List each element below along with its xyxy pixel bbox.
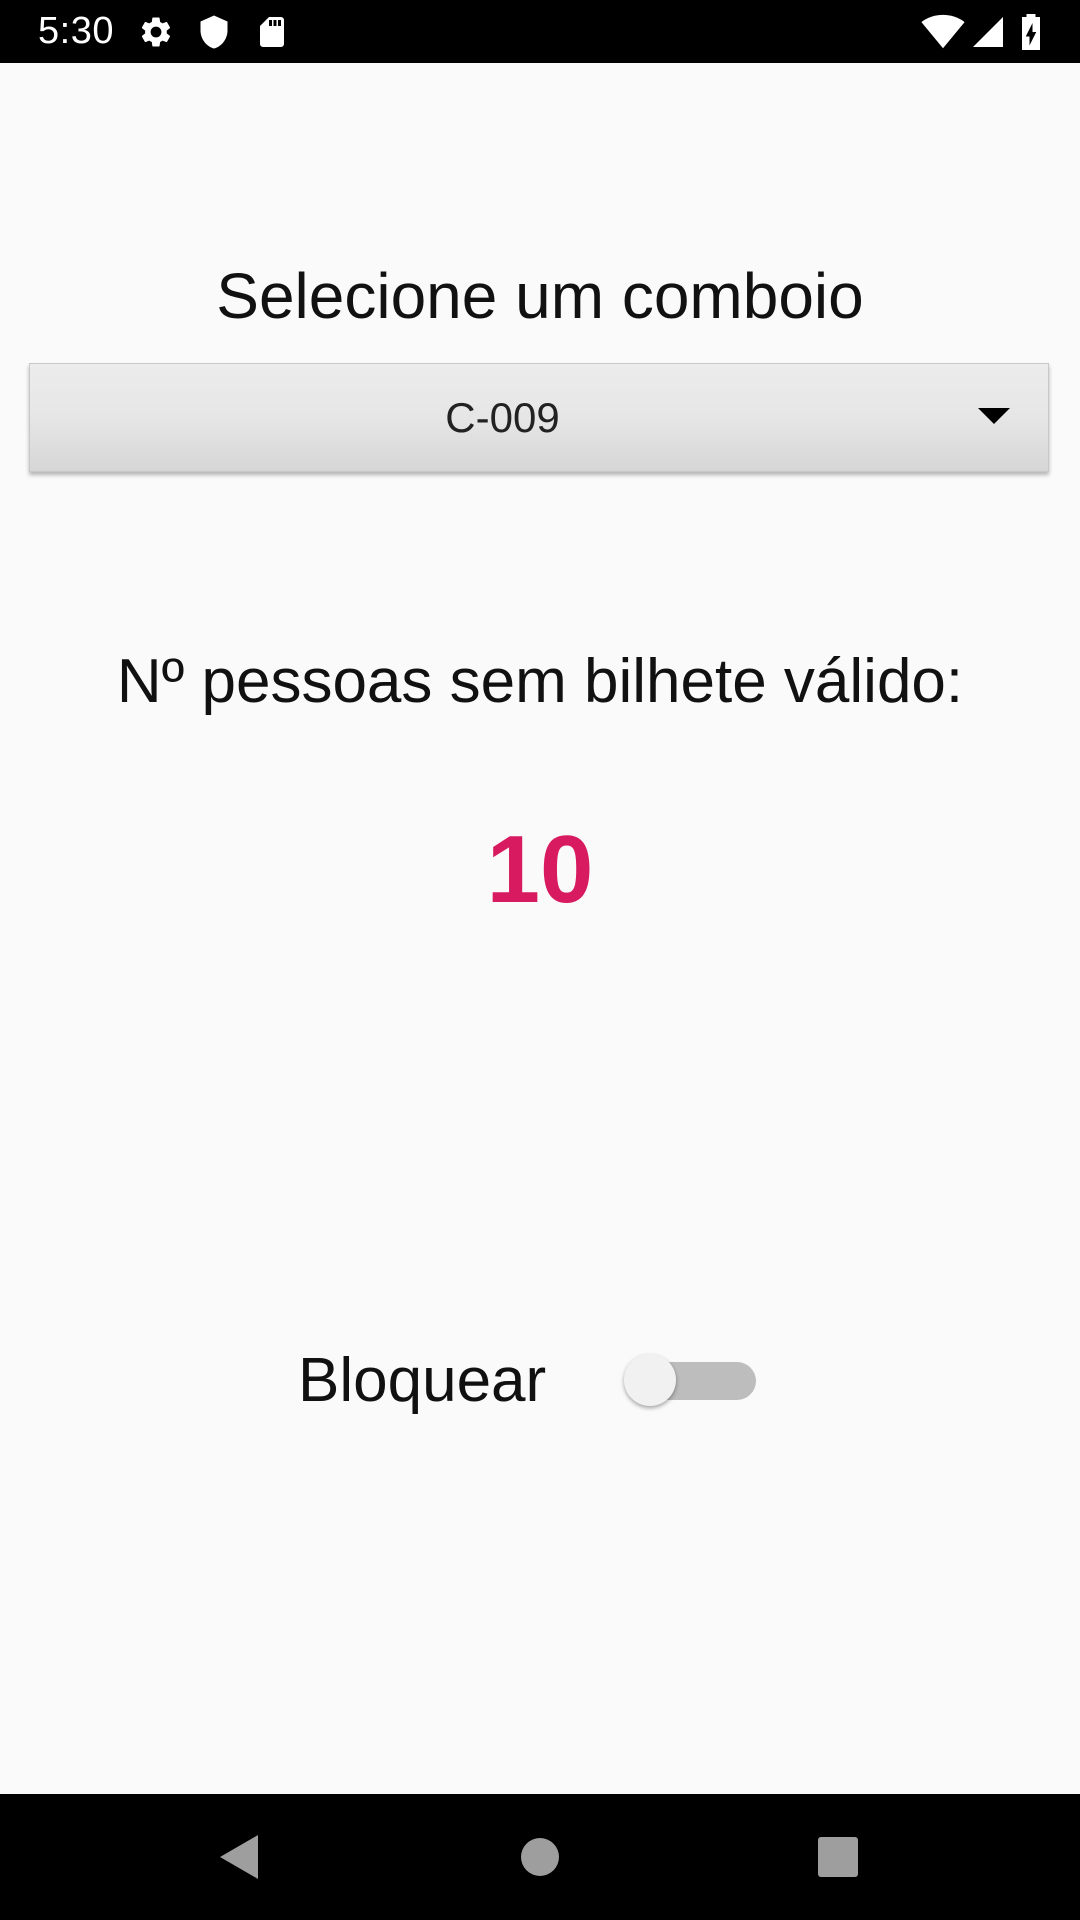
dropdown-arrow-icon xyxy=(976,404,1012,428)
recents-icon[interactable] xyxy=(808,1827,868,1887)
block-label: Bloquear xyxy=(298,1346,547,1415)
train-select-value: C-009 xyxy=(445,394,560,441)
home-icon[interactable] xyxy=(510,1827,570,1887)
cell-signal-icon xyxy=(970,14,1006,50)
block-switch-thumb xyxy=(624,1354,676,1406)
block-switch[interactable] xyxy=(622,1352,758,1408)
sd-card-icon xyxy=(254,14,290,50)
people-without-ticket-label: Nº pessoas sem bilhete válido: xyxy=(116,647,964,716)
shield-icon xyxy=(196,14,232,50)
status-time: 5:30 xyxy=(38,10,114,52)
wifi-icon xyxy=(920,14,966,50)
train-select[interactable]: C-009 xyxy=(29,363,1049,472)
status-bar: 5:30 xyxy=(0,0,1080,63)
people-without-ticket-count: 10 xyxy=(486,816,594,923)
battery-charging-icon xyxy=(1016,14,1046,50)
gear-icon xyxy=(138,14,174,50)
back-icon[interactable] xyxy=(210,1827,270,1887)
page-title: Selecione um comboio xyxy=(216,260,864,332)
navigation-bar xyxy=(0,1794,1080,1920)
